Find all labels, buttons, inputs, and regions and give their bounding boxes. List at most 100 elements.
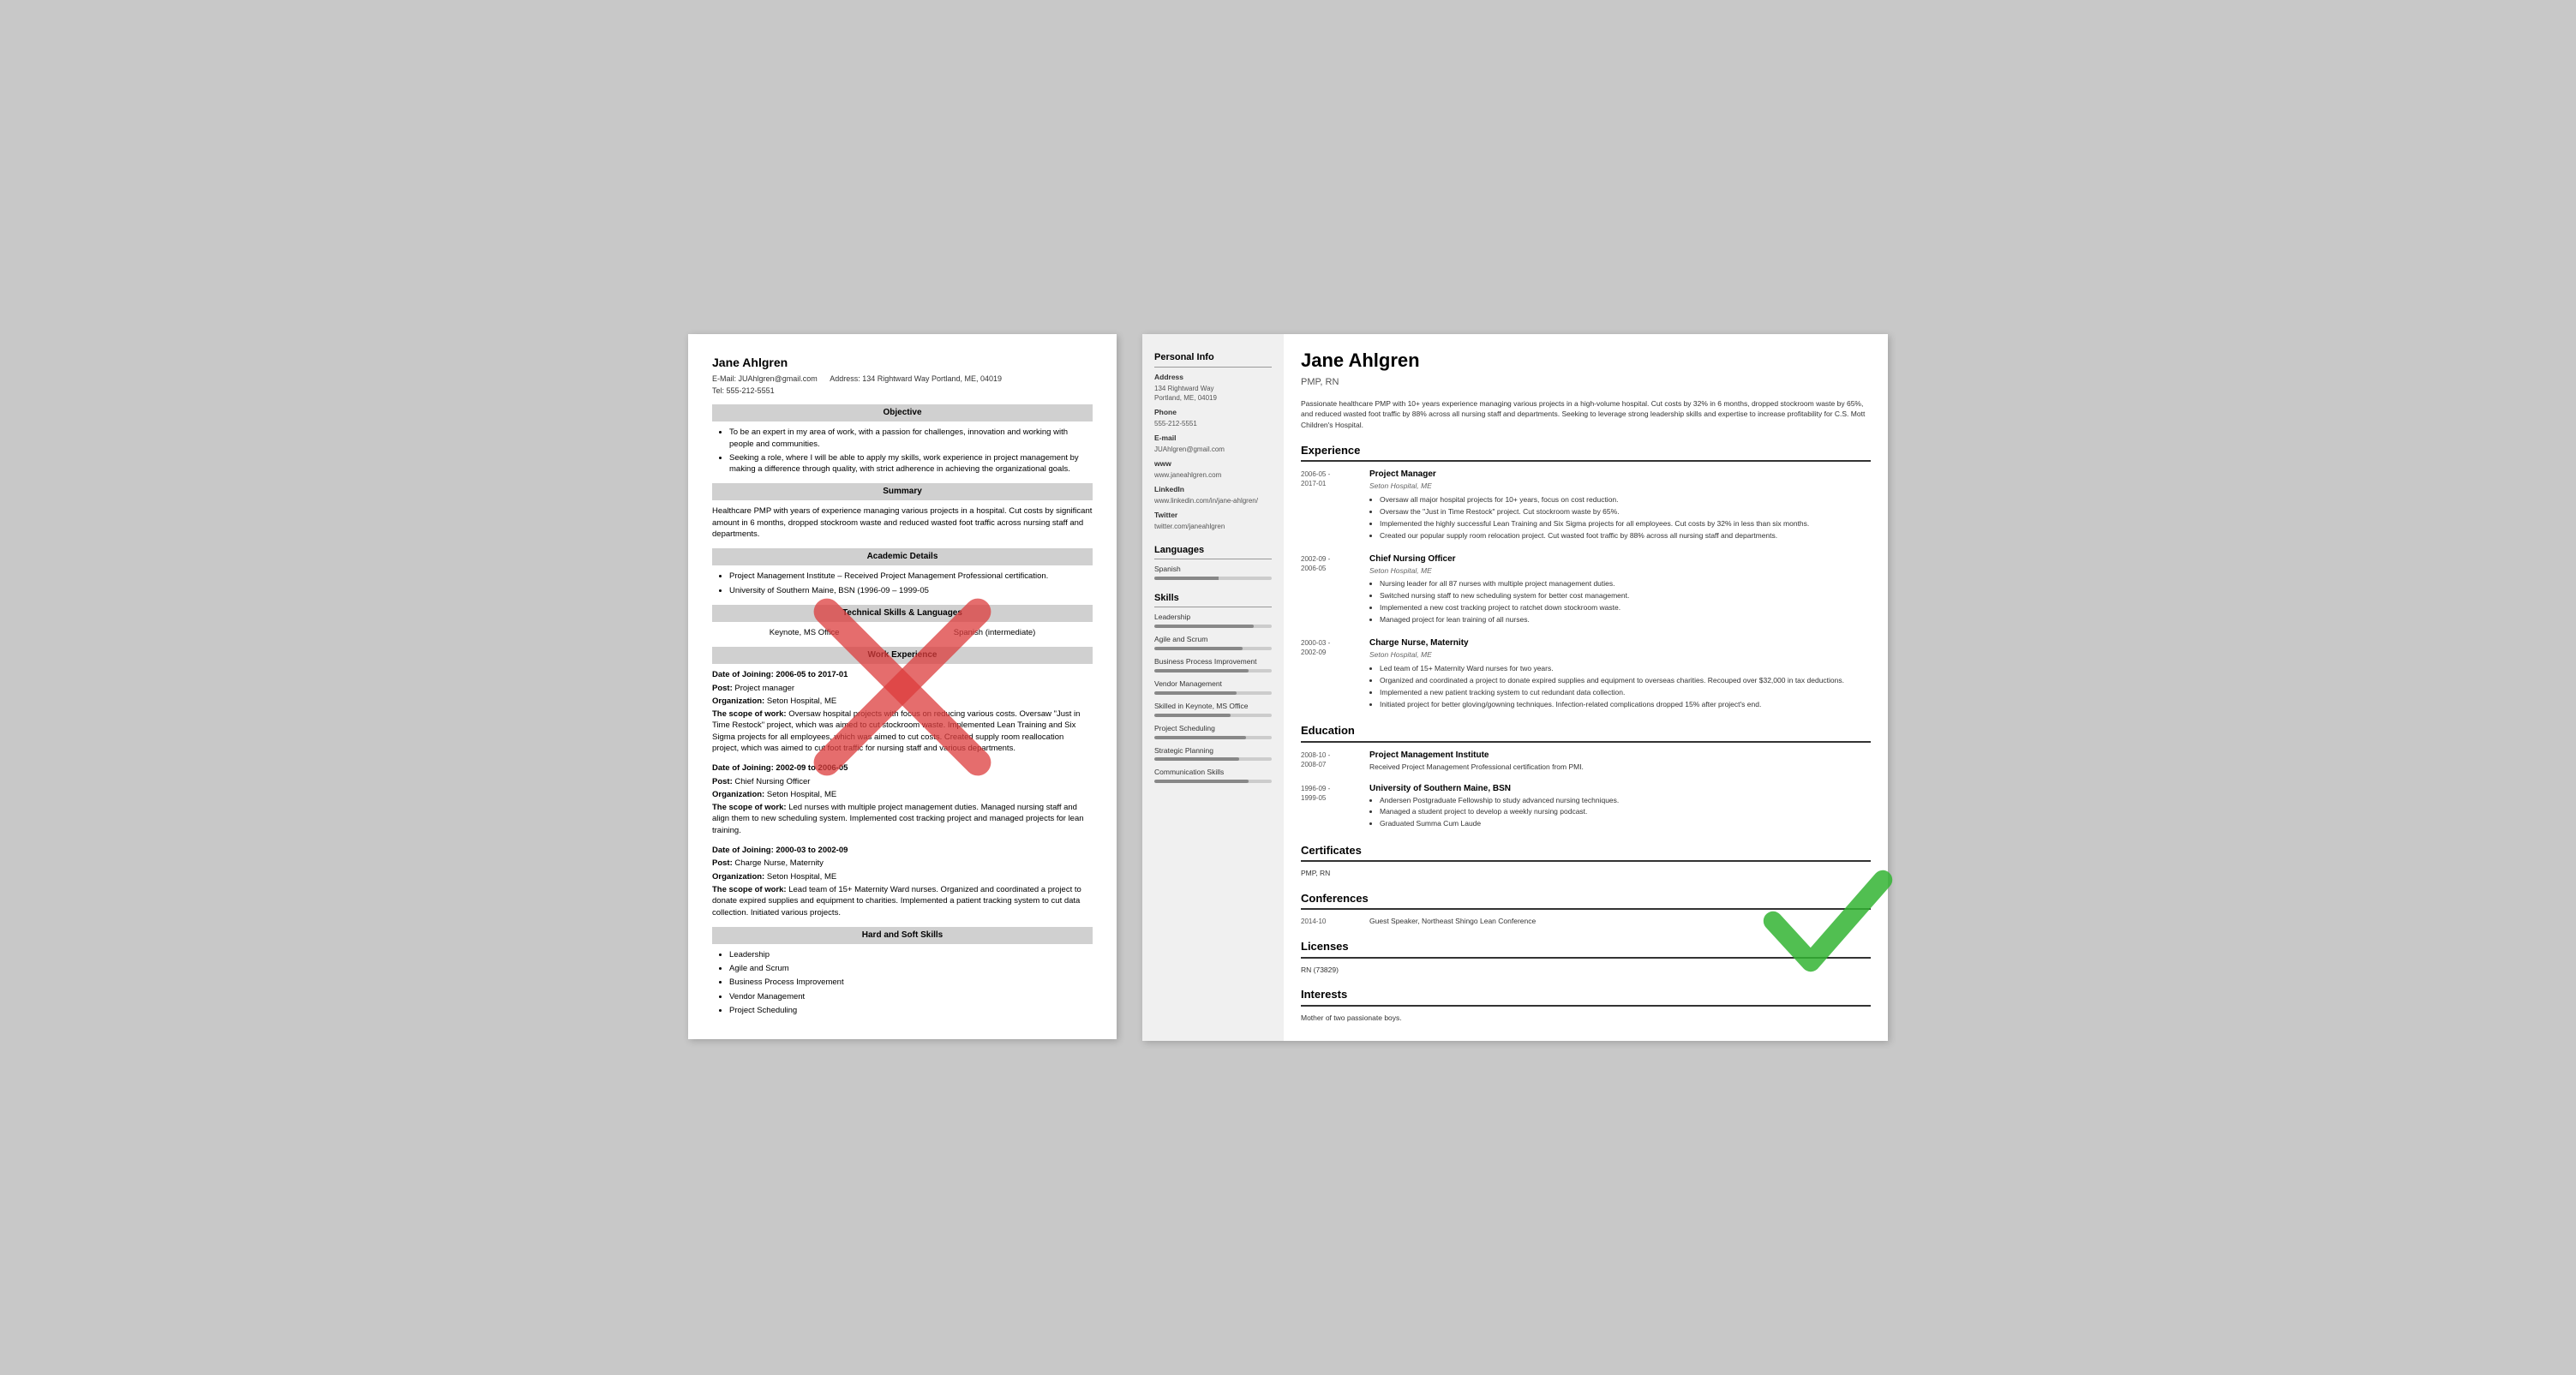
education-section-title: Education — [1301, 723, 1871, 742]
linkedin-label: LinkedIn — [1154, 485, 1272, 495]
skill-bar-1 — [1154, 647, 1272, 650]
edu-bullet: Graduated Summa Cum Laude — [1380, 819, 1871, 829]
interests-section-title: Interests — [1301, 987, 1871, 1006]
left-skills-list: Leadership Agile and Scrum Business Proc… — [729, 949, 1093, 1016]
skill-item-6: Strategic Planning — [1154, 746, 1272, 762]
email-label: E-mail — [1154, 433, 1272, 444]
skill-item-5: Project Scheduling — [1154, 724, 1272, 739]
skill-fill-7 — [1154, 780, 1249, 783]
edu-detail-0: Received Project Management Professional… — [1369, 762, 1871, 773]
resume-bad: Jane Ahlgren E-Mail: JUAhlgren@gmail.com… — [688, 334, 1117, 1039]
left-work3-org: Organization: Seton Hospital, ME — [712, 871, 1093, 882]
exp-bullet: Organized and coordinated a project to d… — [1380, 676, 1871, 686]
left-work2-scope: The scope of work: Led nurses with multi… — [712, 802, 1093, 836]
left-tel-label: Tel: — [712, 386, 724, 395]
skill-name-7: Communication Skills — [1154, 768, 1272, 778]
conferences-section-title: Conferences — [1301, 891, 1871, 910]
left-work1-scope: The scope of work: Oversaw hospital proj… — [712, 708, 1093, 754]
exp-title-1: Chief Nursing Officer — [1369, 553, 1871, 565]
edu-content-1: University of Southern Maine, BSN Anders… — [1369, 783, 1871, 832]
skill-fill-4 — [1154, 714, 1231, 717]
edu-entry-1: 1996-09 -1999-05 University of Southern … — [1301, 783, 1871, 832]
exp-bullet: Managed project for lean training of all… — [1380, 615, 1871, 625]
exp-bullet: Oversaw all major hospital projects for … — [1380, 495, 1871, 505]
left-email-line: E-Mail: JUAhlgren@gmail.com Address: 134… — [712, 374, 1093, 385]
edu-bullet: Andersen Postgraduate Fellowship to stud… — [1380, 796, 1871, 806]
certificates-container: PMP, RN — [1301, 869, 1871, 879]
www-label: www — [1154, 459, 1272, 469]
skill-item-7: Communication Skills — [1154, 768, 1272, 783]
exp-bullet: Led team of 15+ Maternity Ward nurses fo… — [1380, 664, 1871, 674]
conferences-container: 2014-10 Guest Speaker, Northeast Shingo … — [1301, 917, 1871, 927]
left-email-label: E-Mail: — [712, 374, 736, 383]
edu-date-0: 2008-10 -2008-07 — [1301, 750, 1369, 774]
left-summary-header: Summary — [712, 483, 1093, 500]
exp-bullet: Implemented a new patient tracking syste… — [1380, 688, 1871, 698]
left-work2-post: Post: Chief Nursing Officer — [712, 776, 1093, 787]
left-tech-col2: Spanish (intermediate) — [954, 627, 1036, 638]
skill-bar-2 — [1154, 669, 1272, 673]
left-objective-header: Objective — [712, 404, 1093, 421]
right-sidebar: Personal Info Address 134 Rightward WayP… — [1142, 334, 1284, 1040]
left-work3-scope: The scope of work: Lead team of 15+ Mate… — [712, 884, 1093, 918]
experience-section-title: Experience — [1301, 443, 1871, 462]
skill-bar-5 — [1154, 736, 1272, 739]
left-work1-org: Organization: Seton Hospital, ME — [712, 696, 1093, 707]
left-work3-post: Post: Charge Nurse, Maternity — [712, 858, 1093, 869]
skill-name-5: Project Scheduling — [1154, 724, 1272, 734]
edu-date-1: 1996-09 -1999-05 — [1301, 783, 1369, 832]
exp-bullet: Implemented a new cost tracking project … — [1380, 603, 1871, 613]
lic-item-0: RN (73829) — [1301, 965, 1871, 976]
exp-bullet: Switched nursing staff to new scheduling… — [1380, 591, 1871, 601]
skill-item-4: Skilled in Keynote, MS Office — [1154, 702, 1272, 717]
lang-spanish: Spanish — [1154, 565, 1272, 580]
certificates-section-title: Certificates — [1301, 843, 1871, 862]
edu-school-0: Project Management Institute — [1369, 750, 1871, 762]
exp-content-1: Chief Nursing Officer Seton Hospital, ME… — [1369, 553, 1871, 627]
skill-item-0: Leadership — [1154, 613, 1272, 628]
left-acad-bullet-1: Project Management Institute – Received … — [729, 571, 1093, 582]
lang-spanish-bar — [1154, 577, 1272, 580]
personal-info-title: Personal Info — [1154, 351, 1272, 367]
cert-item-0: PMP, RN — [1301, 869, 1871, 879]
left-technical-cols: Keynote, MS Office Spanish (intermediate… — [712, 627, 1093, 638]
skill-fill-6 — [1154, 757, 1239, 761]
left-summary-text: Healthcare PMP with years of experience … — [712, 505, 1093, 540]
left-skill-2: Agile and Scrum — [729, 963, 1093, 974]
edu-school-1: University of Southern Maine, BSN — [1369, 783, 1871, 795]
phone-label: Phone — [1154, 408, 1272, 418]
left-acad-bullet-2: University of Southern Maine, BSN (1996-… — [729, 585, 1093, 596]
exp-bullets-2: Led team of 15+ Maternity Ward nurses fo… — [1380, 664, 1871, 710]
twitter-label: Twitter — [1154, 511, 1272, 521]
exp-entry-0: 2006-05 -2017-01 Project Manager Seton H… — [1301, 469, 1871, 542]
conf-name-0: Guest Speaker, Northeast Shingo Lean Con… — [1369, 917, 1871, 927]
twitter-value: twitter.com/janeahlgren — [1154, 522, 1272, 531]
left-work-entry-3: Date of Joining: 2000-03 to 2002-09 Post… — [712, 845, 1093, 918]
exp-org-1: Seton Hospital, ME — [1369, 566, 1871, 577]
lang-spanish-fill — [1154, 577, 1219, 580]
skill-fill-3 — [1154, 691, 1237, 695]
skill-fill-0 — [1154, 625, 1254, 628]
left-work2-date: Date of Joining: 2002-09 to 2006-05 — [712, 762, 1093, 774]
left-work-entry-2: Date of Joining: 2002-09 to 2006-05 Post… — [712, 762, 1093, 836]
skill-bar-7 — [1154, 780, 1272, 783]
skill-fill-5 — [1154, 736, 1246, 739]
exp-content-2: Charge Nurse, Maternity Seton Hospital, … — [1369, 637, 1871, 711]
skill-item-3: Vendor Management — [1154, 679, 1272, 695]
address-value: 134 Rightward WayPortland, ME, 04019 — [1154, 384, 1272, 403]
education-container: 2008-10 -2008-07 Project Management Inst… — [1301, 750, 1871, 832]
left-work-entry-1: Date of Joining: 2006-05 to 2017-01 Post… — [712, 669, 1093, 754]
left-work3-date: Date of Joining: 2000-03 to 2002-09 — [712, 845, 1093, 856]
exp-entry-1: 2002-09 -2006-05 Chief Nursing Officer S… — [1301, 553, 1871, 627]
exp-entry-2: 2000-03 -2002-09 Charge Nurse, Maternity… — [1301, 637, 1871, 711]
main-container: Jane Ahlgren E-Mail: JUAhlgren@gmail.com… — [688, 334, 1888, 1040]
left-work2-org: Organization: Seton Hospital, ME — [712, 789, 1093, 800]
exp-bullet: Initiated project for better gloving/gow… — [1380, 700, 1871, 710]
skill-name-4: Skilled in Keynote, MS Office — [1154, 702, 1272, 712]
edu-bullets-1: Andersen Postgraduate Fellowship to stud… — [1380, 796, 1871, 830]
skill-name-6: Strategic Planning — [1154, 746, 1272, 756]
exp-date-2: 2000-03 -2002-09 — [1301, 637, 1369, 711]
address-label: Address — [1154, 373, 1272, 383]
interest-item-0: Mother of two passionate boys. — [1301, 1013, 1871, 1024]
licenses-container: RN (73829) — [1301, 965, 1871, 976]
